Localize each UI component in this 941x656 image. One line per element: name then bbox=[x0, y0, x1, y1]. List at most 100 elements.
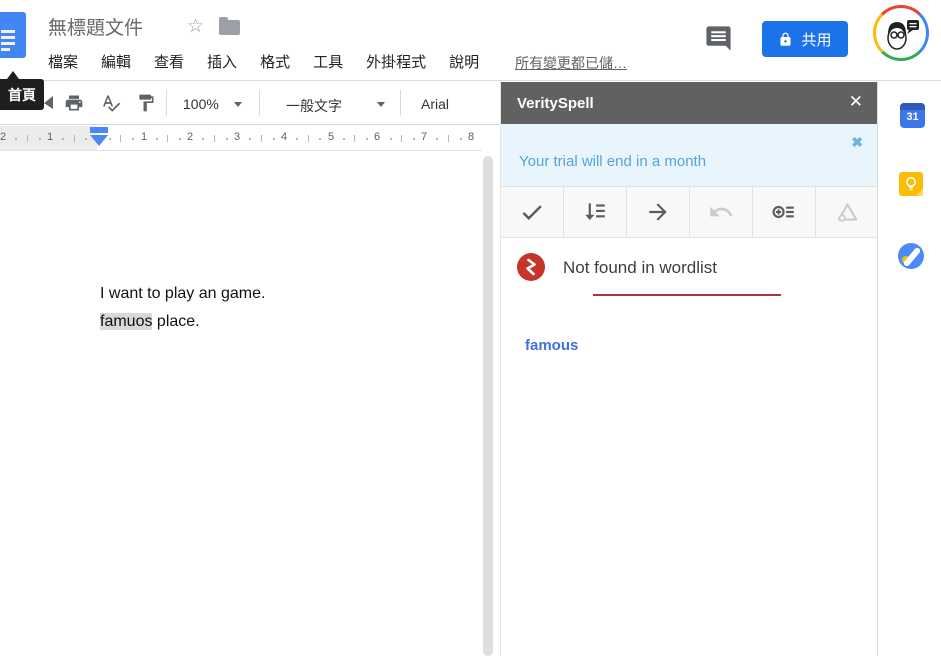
zoom-dropdown-arrow-icon[interactable] bbox=[234, 102, 242, 107]
share-button[interactable]: 共用 bbox=[762, 21, 848, 57]
avatar-image bbox=[876, 8, 926, 58]
ruler-number: 7 bbox=[421, 131, 427, 143]
menu-item-3[interactable]: 查看 bbox=[154, 51, 184, 72]
comment-icon bbox=[704, 24, 733, 53]
calendar-icon[interactable]: 31 bbox=[900, 103, 925, 128]
home-tooltip: 首頁 bbox=[0, 79, 44, 110]
ruler-number: 1 bbox=[47, 131, 53, 143]
left-indent-marker[interactable] bbox=[90, 135, 108, 146]
ruler-number: 4 bbox=[281, 131, 287, 143]
document-page[interactable]: I want to play an game. famuos place. bbox=[0, 152, 482, 656]
ruler-number: 6 bbox=[374, 131, 380, 143]
toolbar-divider bbox=[259, 90, 260, 116]
notice-dismiss-icon[interactable]: ✖ bbox=[851, 134, 863, 151]
share-button-label: 共用 bbox=[801, 29, 831, 50]
ruler-tick bbox=[120, 135, 121, 142]
ruler-tick bbox=[132, 138, 134, 140]
trial-notice-text: Your trial will end in a month bbox=[519, 153, 706, 170]
accept-check-icon[interactable] bbox=[501, 187, 564, 237]
warning-disabled-icon bbox=[816, 187, 878, 237]
doc-line-2[interactable]: famuos place. bbox=[100, 308, 265, 336]
menu-item-2[interactable]: 編輯 bbox=[101, 51, 131, 72]
doc-line-1[interactable]: I want to play an game. bbox=[100, 280, 265, 308]
ruler-tick bbox=[27, 135, 28, 142]
ruler-tick bbox=[74, 135, 75, 142]
ruler-tick bbox=[202, 138, 204, 140]
ruler-tick bbox=[343, 138, 345, 140]
document-scrollbar[interactable] bbox=[483, 156, 493, 656]
ruler-tick bbox=[156, 138, 158, 140]
calendar-icon-top bbox=[900, 103, 925, 110]
ruler-number: 2 bbox=[0, 131, 6, 143]
move-folder-icon[interactable] bbox=[219, 20, 240, 35]
ruler-tick bbox=[390, 138, 392, 140]
ruler-tick bbox=[261, 135, 262, 142]
ruler-tick bbox=[401, 135, 402, 142]
document-text[interactable]: I want to play an game. famuos place. bbox=[100, 280, 265, 336]
menubar: 檔案 編輯 查看 插入 格式 工具 外掛程式 說明 bbox=[48, 51, 479, 72]
side-companion-bar: 31 bbox=[877, 81, 941, 656]
ruler-number: 5 bbox=[328, 131, 334, 143]
verityspell-panel: VeritySpell ✕ Your trial will end in a m… bbox=[500, 81, 877, 656]
save-status[interactable]: 所有變更都已儲… bbox=[515, 53, 627, 73]
ruler-tick bbox=[366, 138, 368, 140]
ruler-tick bbox=[214, 135, 215, 142]
ruler-tick bbox=[85, 138, 87, 140]
ruler-tick bbox=[167, 135, 168, 142]
comments-button[interactable] bbox=[704, 24, 733, 53]
paragraph-style-select[interactable]: 一般文字 bbox=[286, 96, 342, 116]
font-select[interactable]: Arial bbox=[421, 96, 449, 112]
ruler-tick bbox=[109, 138, 111, 140]
misspelled-word[interactable]: famuos bbox=[100, 313, 152, 330]
ruler-number: 1 bbox=[141, 131, 147, 143]
result-divider bbox=[593, 294, 781, 296]
panel-header: VeritySpell ✕ bbox=[501, 82, 878, 124]
ruler-tick bbox=[460, 138, 462, 140]
star-icon[interactable]: ☆ bbox=[187, 15, 204, 38]
ruler-tick bbox=[308, 135, 309, 142]
ruler-tick bbox=[249, 138, 251, 140]
document-title[interactable]: 無標題文件 bbox=[48, 13, 143, 40]
panel-close-icon[interactable]: ✕ bbox=[849, 92, 863, 112]
account-avatar[interactable] bbox=[873, 5, 929, 61]
paint-format-icon[interactable] bbox=[136, 93, 156, 113]
menu-item-4[interactable]: 插入 bbox=[207, 51, 237, 72]
suggestion-link[interactable]: famous bbox=[525, 337, 578, 354]
google-docs-window: 無標題文件 ☆ 檔案 編輯 查看 插入 格式 工具 外掛程式 說明 所有變更都已儲… 共用 bbox=[0, 0, 941, 656]
menu-item-6[interactable]: 工具 bbox=[313, 51, 343, 72]
ruler-tick bbox=[413, 138, 415, 140]
arrow-next-icon[interactable] bbox=[627, 187, 690, 237]
sort-list-icon[interactable] bbox=[564, 187, 627, 237]
ruler-number: 2 bbox=[187, 131, 193, 143]
doc-line-2-rest: place. bbox=[152, 313, 199, 330]
style-dropdown-arrow-icon[interactable] bbox=[377, 102, 385, 107]
add-to-wordlist-icon[interactable] bbox=[753, 187, 816, 237]
menu-item-8[interactable]: 說明 bbox=[449, 51, 479, 72]
status-text: Not found in wordlist bbox=[563, 258, 717, 278]
tasks-icon[interactable] bbox=[898, 243, 924, 269]
ruler-tick bbox=[354, 135, 355, 142]
ruler-tick bbox=[273, 138, 275, 140]
toolbar-divider bbox=[166, 90, 167, 116]
ruler-number: 3 bbox=[234, 131, 240, 143]
menu-item-7[interactable]: 外掛程式 bbox=[366, 51, 426, 72]
spellcheck-icon[interactable] bbox=[101, 93, 121, 113]
menu-item-5[interactable]: 格式 bbox=[260, 51, 290, 72]
lock-icon bbox=[778, 32, 793, 47]
ruler-tick bbox=[226, 138, 228, 140]
panel-toolbar bbox=[501, 186, 878, 238]
panel-title: VeritySpell bbox=[517, 95, 594, 112]
print-icon[interactable] bbox=[64, 93, 84, 113]
google-docs-logo-icon[interactable] bbox=[0, 12, 26, 58]
ruler-tick bbox=[319, 138, 321, 140]
ruler-number: 8 bbox=[468, 131, 474, 143]
menu-item-1[interactable]: 檔案 bbox=[48, 51, 78, 72]
ruler-tick bbox=[436, 138, 438, 140]
zoom-select[interactable]: 100% bbox=[183, 96, 219, 112]
keep-icon[interactable] bbox=[899, 172, 923, 196]
ruler-tick bbox=[296, 138, 298, 140]
home-tooltip-pointer bbox=[7, 71, 19, 79]
ruler-tick bbox=[39, 138, 41, 140]
first-line-indent-marker[interactable] bbox=[90, 127, 108, 133]
ruler[interactable]: 2 1 1 2 3 4 5 6 7 8 bbox=[0, 126, 482, 151]
